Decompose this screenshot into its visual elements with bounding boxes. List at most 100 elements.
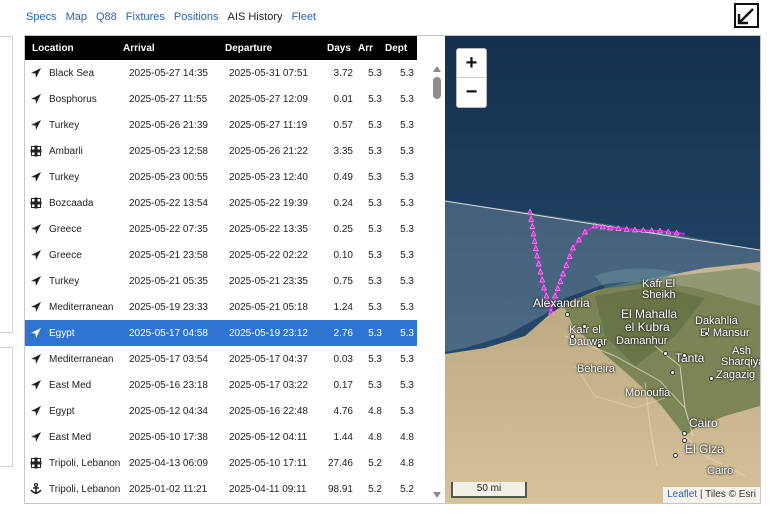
zoom-out-button[interactable]: − [457, 78, 486, 107]
cell-location: Bozcaada [25, 190, 123, 216]
cell-dept: 5.3 [400, 301, 414, 313]
location-name: Ambarli [49, 145, 83, 157]
scroll-up-icon[interactable] [433, 66, 441, 72]
cell-arr: 5.3 [368, 353, 382, 365]
cell-arr: 5.3 [368, 249, 382, 261]
header-location[interactable]: Location [25, 36, 123, 60]
left-panel-fragment [0, 347, 13, 467]
tab-q88[interactable]: Q88 [96, 11, 117, 23]
cell-dept: 5.3 [400, 119, 414, 131]
cell-days: 0.57 [333, 119, 353, 131]
arrow-icon [30, 327, 42, 339]
table-row[interactable]: Mediterranean 2025-05-17 03:54 2025-05-17 … [25, 346, 417, 372]
tab-fleet[interactable]: Fleet [292, 11, 316, 23]
header-departure[interactable]: Departure [223, 36, 323, 60]
cell-arrival: 2025-05-27 11:55 [129, 93, 208, 105]
table-row[interactable]: Tripoli, Lebanon 2025-01-02 11:21 2025-04-… [25, 476, 417, 502]
cell-arrival: 2025-05-17 03:54 [129, 353, 208, 365]
tab-positions[interactable]: Positions [174, 11, 219, 23]
header-days[interactable]: Days [323, 36, 355, 60]
ais-track-map[interactable]: + − Alexandria Kafr El Sheikh El Mahalla el … [445, 36, 760, 503]
table-row[interactable]: Turkey 2025-05-26 21:39 2025-05-27 11:19 0.… [25, 112, 417, 138]
cell-location: Black Sea [25, 60, 123, 86]
map-place-label: Sharqiya [721, 356, 760, 368]
table-row[interactable]: Greece 2025-05-21 23:58 2025-05-22 02:22 0.… [25, 242, 417, 268]
location-name: Turkey [49, 119, 80, 131]
expand-button[interactable] [734, 3, 759, 28]
cell-days: 3.35 [333, 145, 353, 157]
cell-location: Egypt [25, 320, 123, 346]
cell-departure: 2025-05-16 22:48 [229, 405, 308, 417]
map-scale: 50 mi [451, 482, 527, 498]
arrow-icon [30, 301, 42, 313]
location-name: Greece [49, 249, 82, 261]
map-background [445, 36, 760, 503]
table-row[interactable]: East Med 2025-05-16 23:18 2025-05-17 03:22… [25, 372, 417, 398]
tab-specs[interactable]: Specs [26, 11, 57, 23]
expand-icon [737, 8, 754, 25]
cell-dept: 5.3 [400, 327, 414, 339]
table-row[interactable]: Tripoli, Lebanon 2025-04-13 06:09 2025-05-… [25, 450, 417, 476]
cell-dept: 5.2 [400, 483, 414, 495]
cell-location: Egypt [25, 398, 123, 424]
city-dot [570, 334, 575, 339]
tab-fixtures[interactable]: Fixtures [126, 11, 165, 23]
map-place-label: Beheira [577, 363, 615, 375]
table-row[interactable]: Black Sea 2025-05-27 14:35 2025-05-31 07:5… [25, 60, 417, 86]
leaflet-link[interactable]: Leaflet [667, 489, 697, 500]
cell-arr: 4.8 [368, 405, 382, 417]
table-row[interactable]: East Med 2025-05-10 17:38 2025-05-12 04:11… [25, 424, 417, 450]
cell-days: 0.03 [333, 353, 353, 365]
scroll-thumb[interactable] [433, 77, 441, 99]
cell-departure: 2025-05-17 04:37 [229, 353, 308, 365]
city-dot [682, 353, 687, 358]
cell-location: Tripoli, Lebanon [25, 476, 123, 502]
cell-location: East Med [25, 424, 123, 450]
cell-days: 3.72 [333, 67, 353, 79]
arrow-icon [30, 275, 42, 287]
cell-arrival: 2025-05-26 21:39 [129, 119, 208, 131]
ais-history-table-container: Location Arrival Departure Days Arr Dept… [25, 36, 417, 503]
city-dot [597, 343, 602, 348]
map-place-label: Zagazig [716, 369, 756, 381]
cell-dept: 5.3 [400, 93, 414, 105]
cell-location: Bosphorus [25, 86, 123, 112]
cell-arrival: 2025-05-21 23:58 [129, 249, 208, 261]
map-place-label: Damanhur [616, 335, 668, 347]
tab-map[interactable]: Map [66, 11, 87, 23]
location-name: Egypt [49, 405, 75, 417]
table-row[interactable]: Turkey 2025-05-23 00:55 2025-05-23 12:40 0.… [25, 164, 417, 190]
cell-location: Tripoli, Lebanon [25, 450, 123, 476]
table-row[interactable]: Egypt 2025-05-12 04:34 2025-05-16 22:48 4.7… [25, 398, 417, 424]
table-row[interactable]: Ambarli 2025-05-23 12:58 2025-05-26 21:22 3… [25, 138, 417, 164]
city-dot [670, 370, 675, 375]
cell-arrival: 2025-05-10 17:38 [129, 431, 208, 443]
header-arr[interactable]: Arr [355, 36, 384, 60]
table-row[interactable]: Egypt 2025-05-17 04:58 2025-05-19 23:12 2.7… [25, 320, 417, 346]
location-name: Egypt [49, 327, 75, 339]
table-row[interactable]: Bozcaada 2025-05-22 13:54 2025-05-22 19:39… [25, 190, 417, 216]
arrow-icon [30, 249, 42, 261]
cell-arrival: 2025-05-22 13:54 [129, 197, 208, 209]
cell-departure: 2025-05-21 05:18 [229, 301, 308, 313]
header-dept[interactable]: Dept [384, 36, 417, 60]
table-row[interactable]: Mediterranean 2025-05-19 23:33 2025-05-21 … [25, 294, 417, 320]
cell-arrival: 2025-05-17 04:58 [129, 327, 208, 339]
table-row[interactable]: Greece 2025-05-22 07:35 2025-05-22 13:35 0.… [25, 216, 417, 242]
cell-arr: 5.3 [368, 119, 382, 131]
table-scrollbar[interactable] [430, 62, 444, 502]
cell-arr: 5.2 [368, 483, 382, 495]
table-row[interactable]: Turkey 2025-05-21 05:35 2025-05-21 23:35 0.… [25, 268, 417, 294]
table-row[interactable]: Bosphorus 2025-05-27 11:55 2025-05-27 12:0… [25, 86, 417, 112]
zoom-in-button[interactable]: + [457, 49, 486, 78]
header-arrival[interactable]: Arrival [123, 36, 223, 60]
scroll-down-icon[interactable] [433, 492, 441, 498]
tab-ais-history[interactable]: AIS History [228, 11, 283, 23]
cell-departure: 2025-05-22 19:39 [229, 197, 308, 209]
cell-departure: 2025-05-23 12:40 [229, 171, 308, 183]
arrow-icon [30, 379, 42, 391]
ais-history-table: Location Arrival Departure Days Arr Dept… [25, 36, 417, 502]
cell-dept: 4.8 [400, 431, 414, 443]
city-dot [709, 376, 714, 381]
cell-departure: 2025-05-21 23:35 [229, 275, 308, 287]
